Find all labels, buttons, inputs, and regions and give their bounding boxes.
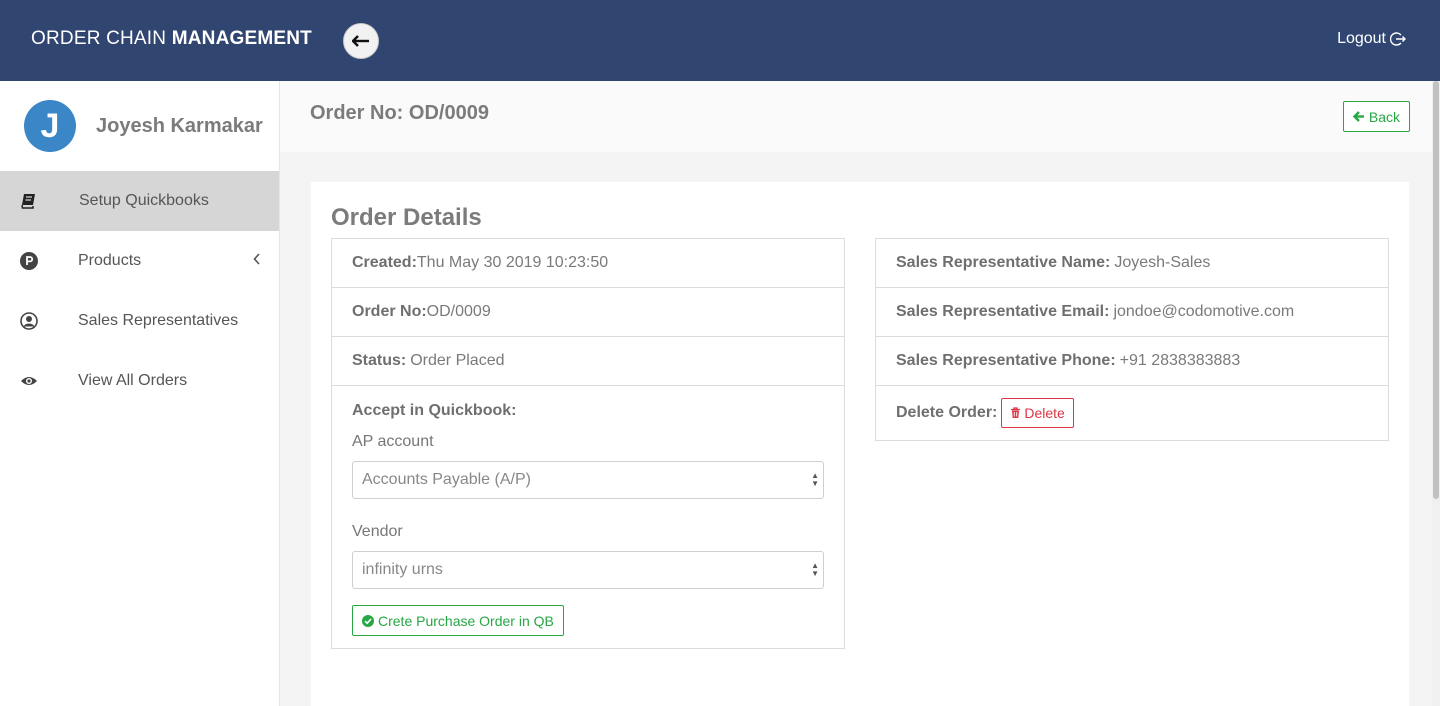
content-header: Order No: OD/0009 Back (280, 81, 1432, 152)
logout-label: Logout (1337, 30, 1386, 47)
status-row: Status: Order Placed (332, 337, 844, 386)
sales-rep-email-value: jondoe@codomotive.com (1113, 303, 1295, 320)
brand-bold-text: MANAGEMENT (171, 28, 312, 49)
logout-icon (1390, 32, 1406, 46)
accept-title: Accept in Quickbook: (352, 402, 517, 419)
avatar: J (24, 100, 76, 152)
sidebar-item-label: Sales Representatives (78, 312, 239, 329)
order-details-card: Order Details Created: Thu May 30 2019 1… (311, 182, 1409, 706)
section-title: Order Details (331, 204, 482, 231)
order-no-value: OD/0009 (426, 303, 491, 320)
book-icon (20, 192, 38, 210)
sales-rep-name-value: Joyesh-Sales (1114, 254, 1211, 271)
delete-order-row: Delete Order: Delete (876, 386, 1388, 440)
sidebar-item-sales-representatives[interactable]: Sales Representatives (0, 291, 279, 351)
eye-icon (20, 372, 38, 390)
delete-order-label: Delete Order: (896, 404, 998, 421)
sales-rep-phone-label: Sales Representative Phone: (896, 352, 1116, 369)
delete-button-label: Delete (1024, 405, 1065, 421)
back-button[interactable]: Back (1342, 101, 1410, 132)
status-label: Status: (352, 352, 407, 369)
user-profile: J Joyesh Karmakar (0, 81, 279, 171)
vendor-select[interactable]: infinity urns ▲ ▼ (352, 551, 824, 589)
page-title: Order No: OD/0009 (310, 102, 489, 124)
sidebar-item-setup-quickbooks[interactable]: Setup Quickbooks (0, 171, 279, 231)
ap-account-label: AP account (352, 433, 434, 450)
sales-rep-phone-value: +91 2838383883 (1119, 352, 1241, 369)
sidebar-toggle-button[interactable] (343, 23, 379, 59)
accept-quickbook-row: Accept in Quickbook: AP account Accounts… (332, 386, 844, 648)
created-row: Created: Thu May 30 2019 10:23:50 (332, 239, 844, 288)
user-name: Joyesh Karmakar (96, 114, 263, 137)
status-value: Order Placed (410, 352, 505, 369)
order-no-row: Order No: OD/0009 (332, 288, 844, 337)
ap-account-value: Accounts Payable (A/P) (362, 471, 531, 488)
ap-account-select[interactable]: Accounts Payable (A/P) ▲ ▼ (352, 461, 824, 499)
select-arrows-icon: ▲ ▼ (811, 561, 819, 578)
chevron-left-icon (253, 253, 260, 265)
created-label: Created: (352, 254, 417, 271)
arrow-left-icon (352, 35, 369, 47)
sales-rep-list: Sales Representative Name: Joyesh-Sales … (875, 238, 1389, 441)
order-info-list: Created: Thu May 30 2019 10:23:50 Order … (331, 238, 845, 649)
p-circle-icon (20, 252, 38, 270)
sales-rep-email-row: Sales Representative Email: jondoe@codom… (876, 288, 1388, 337)
vendor-value: infinity urns (362, 561, 443, 578)
brand-light-text: ORDER CHAIN (31, 28, 167, 49)
scrollbar-thumb[interactable] (1433, 81, 1439, 499)
created-value: Thu May 30 2019 10:23:50 (416, 254, 609, 271)
create-purchase-order-button[interactable]: Crete Purchase Order in QB (352, 605, 564, 636)
sales-rep-email-label: Sales Representative Email: (896, 303, 1110, 320)
select-arrows-icon: ▲ ▼ (811, 471, 819, 488)
sidebar-item-products[interactable]: Products (0, 231, 279, 291)
create-purchase-order-label: Crete Purchase Order in QB (378, 612, 554, 629)
top-navbar: ORDER CHAIN MANAGEMENT Logout (0, 0, 1440, 81)
order-no-label: Order No: (352, 303, 427, 320)
sidebar-item-view-all-orders[interactable]: View All Orders (0, 351, 279, 411)
sidebar-item-label: Products (78, 252, 142, 269)
sidebar-item-label: View All Orders (78, 372, 188, 389)
trash-icon (1011, 407, 1021, 418)
app-brand[interactable]: ORDER CHAIN MANAGEMENT (31, 28, 312, 50)
sales-rep-name-label: Sales Representative Name: (896, 254, 1111, 271)
logout-link[interactable]: Logout (1337, 30, 1406, 48)
user-circle-icon (20, 312, 38, 330)
delete-order-button[interactable]: Delete (1001, 398, 1074, 428)
page-scrollbar[interactable] (1432, 81, 1440, 706)
sales-rep-phone-row: Sales Representative Phone: +91 28383838… (876, 337, 1388, 386)
vendor-label: Vendor (352, 523, 403, 540)
check-circle-icon (362, 614, 374, 627)
arrow-left-icon (1352, 111, 1364, 122)
sidebar: J Joyesh Karmakar Setup Quickbooks Produ… (0, 81, 280, 706)
sidebar-item-label: Setup Quickbooks (79, 192, 209, 209)
back-button-label: Back (1368, 108, 1400, 125)
sales-rep-name-row: Sales Representative Name: Joyesh-Sales (876, 239, 1388, 288)
